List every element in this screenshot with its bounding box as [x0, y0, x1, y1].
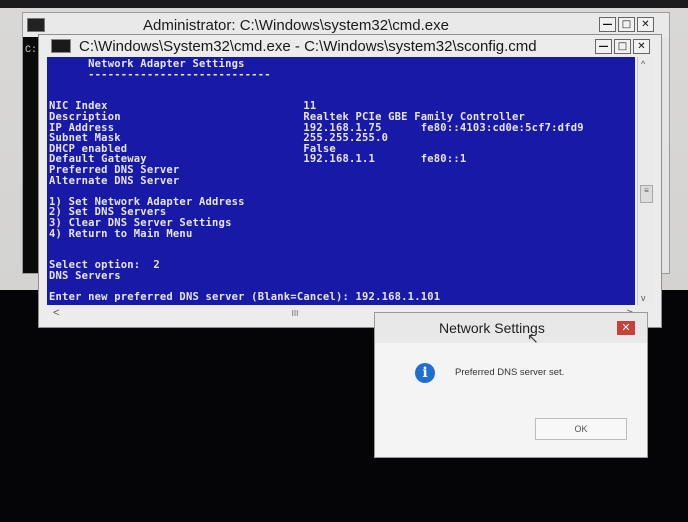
window-controls: — □ ✕ — [599, 17, 654, 32]
minimize-button[interactable]: — — [599, 17, 616, 32]
window-title: Administrator: C:\Windows\system32\cmd.e… — [143, 17, 449, 34]
ok-button[interactable]: OK — [535, 418, 627, 440]
console-output: Network Adapter Settings ---------------… — [47, 57, 635, 303]
console-line: Enter new preferred DNS server (Blank=Ca… — [49, 291, 441, 304]
scroll-left-arrow-icon[interactable]: < — [53, 307, 59, 319]
prompt-text: C: — [25, 45, 38, 56]
dialog-titlebar[interactable]: Network Settings ↖ ✕ — [375, 313, 647, 347]
console-line: DNS Servers — [49, 269, 121, 282]
titlebar[interactable]: C:\Windows\System32\cmd.exe - C:\Windows… — [39, 35, 661, 57]
cmd-icon — [27, 18, 45, 32]
monitor-bezel — [0, 0, 688, 8]
maximize-button[interactable]: □ — [618, 17, 635, 32]
console-strip: C: — [23, 37, 39, 273]
vertical-scrollbar[interactable]: ^ ≡ v — [637, 57, 654, 305]
window-controls: — □ ✕ — [595, 39, 650, 54]
scroll-up-arrow-icon[interactable]: ^ — [641, 59, 645, 69]
console-line: ---------------------------- — [49, 68, 271, 81]
mouse-cursor-icon: ↖ — [527, 331, 539, 347]
sconfig-window[interactable]: C:\Windows\System32\cmd.exe - C:\Windows… — [38, 34, 662, 328]
cmd-icon — [51, 39, 71, 53]
console-area[interactable]: Network Adapter Settings ---------------… — [47, 57, 635, 305]
console-line: 4) Return to Main Menu — [49, 227, 193, 240]
scroll-thumb[interactable]: ≡ — [640, 185, 653, 203]
scroll-down-arrow-icon[interactable]: v — [641, 293, 646, 303]
console-line: Alternate DNS Server — [49, 174, 180, 187]
network-settings-dialog[interactable]: Network Settings ↖ ✕ i Preferred DNS ser… — [374, 312, 648, 458]
screen-photo: Administrator: C:\Windows\system32\cmd.e… — [0, 0, 688, 522]
close-button[interactable]: ✕ — [633, 39, 650, 54]
window-title: C:\Windows\System32\cmd.exe - C:\Windows… — [79, 38, 537, 55]
dialog-close-button[interactable]: ✕ — [617, 321, 635, 335]
hscroll-thumb[interactable]: III — [283, 309, 307, 318]
maximize-button[interactable]: □ — [614, 39, 631, 54]
close-button[interactable]: ✕ — [637, 17, 654, 32]
info-icon: i — [415, 363, 435, 383]
minimize-button[interactable]: — — [595, 39, 612, 54]
dialog-message: Preferred DNS server set. — [455, 367, 565, 378]
